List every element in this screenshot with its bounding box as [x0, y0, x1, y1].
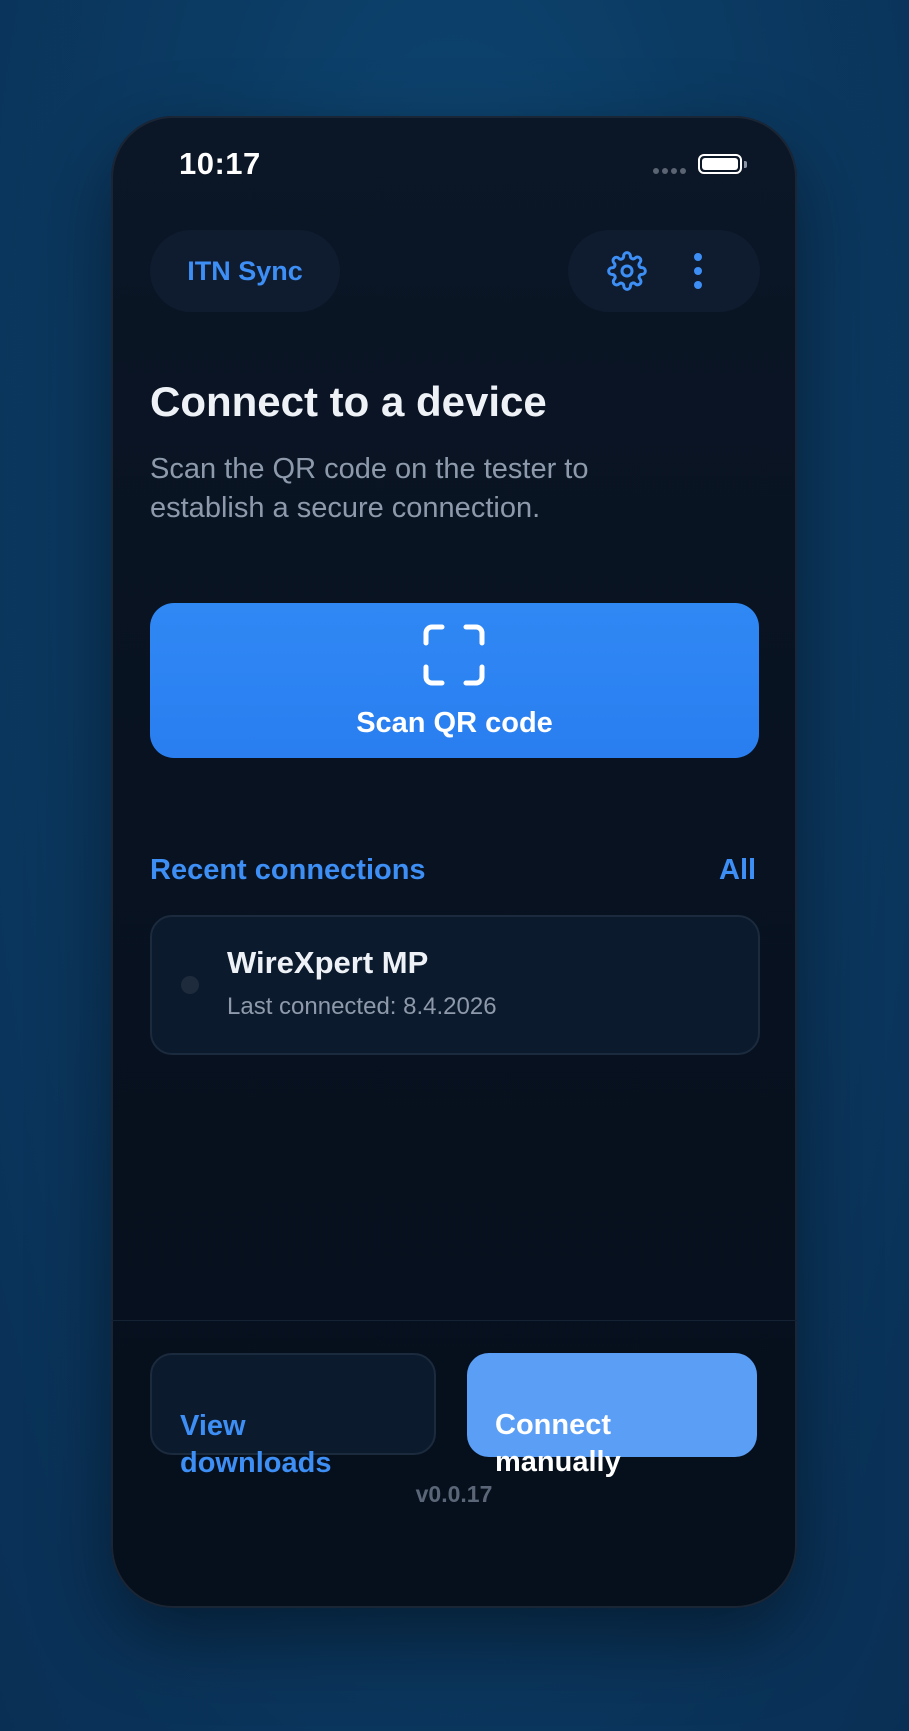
- connect-manually-button[interactable]: Connect manually: [467, 1353, 757, 1478]
- phone-frame: 10:17 ITN Sync Connect to a device Scan …: [111, 116, 797, 1608]
- header-actions: [568, 230, 760, 312]
- connection-name: WireXpert MP: [227, 945, 429, 980]
- footer-divider: [111, 1320, 797, 1321]
- list-item[interactable]: WireXpert MP Last connected: 8.4.2026: [150, 915, 760, 1055]
- view-downloads-label: View downloads: [180, 1410, 332, 1479]
- status-time: 10:17: [179, 146, 261, 181]
- scan-qr-label: Scan QR code: [356, 707, 553, 739]
- recent-connections-heading: Recent connections: [150, 854, 426, 886]
- battery-cap: [744, 161, 747, 168]
- signal-icon: [653, 168, 689, 174]
- connect-manually-label: Connect manually: [495, 1409, 621, 1478]
- gear-icon: [607, 251, 647, 291]
- view-downloads-button[interactable]: View downloads: [150, 1353, 436, 1479]
- page-subtitle: Scan the QR code on the tester to establ…: [150, 453, 589, 524]
- scan-qr-button[interactable]: Scan QR code: [150, 603, 759, 758]
- version-label: v0.0.17: [415, 1481, 493, 1507]
- connection-status-dot: [181, 976, 199, 994]
- app-name-chip[interactable]: ITN Sync: [150, 230, 340, 312]
- connection-last-connected: Last connected: 8.4.2026: [227, 993, 497, 1020]
- page-title: Connect to a device: [150, 378, 547, 425]
- more-vertical-icon: [694, 253, 702, 289]
- settings-button[interactable]: [606, 250, 648, 292]
- more-menu-button[interactable]: [684, 248, 712, 294]
- see-all-link[interactable]: All: [719, 854, 756, 887]
- qr-scan-icon: [423, 624, 485, 686]
- app-name: ITN Sync: [187, 255, 303, 286]
- battery-icon: [698, 154, 742, 174]
